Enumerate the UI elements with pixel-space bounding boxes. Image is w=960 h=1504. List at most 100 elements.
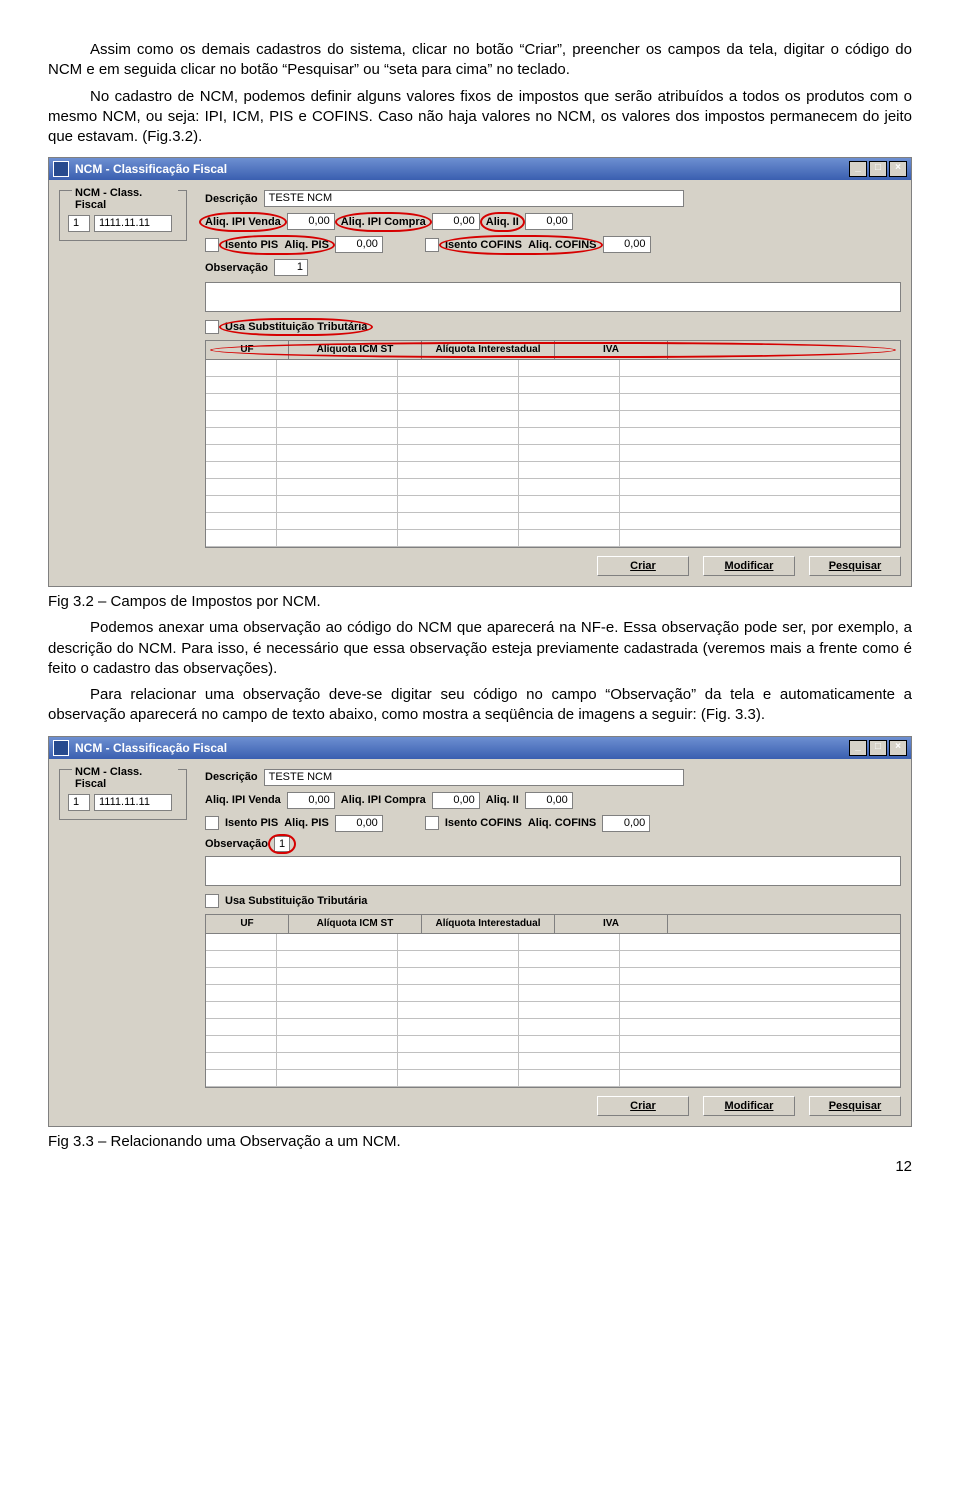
col-iva: IVA xyxy=(555,341,668,359)
close-icon[interactable]: × xyxy=(889,161,907,177)
table-row xyxy=(206,968,900,985)
usa-subst-checkbox[interactable] xyxy=(205,894,219,908)
close-icon[interactable]: × xyxy=(889,740,907,756)
table-row xyxy=(206,1036,900,1053)
minimize-icon[interactable]: _ xyxy=(849,161,867,177)
titlebar: NCM - Classificação Fiscal _ □ × xyxy=(49,158,911,180)
isento-cofins-checkbox[interactable] xyxy=(425,238,439,252)
col-uf: UF xyxy=(206,915,289,933)
fieldset-legend: NCM - Class. Fiscal xyxy=(72,766,178,790)
col-aliq-inter: Alíquota Interestadual xyxy=(422,341,555,359)
table-row xyxy=(206,513,900,530)
fieldset-legend: NCM - Class. Fiscal xyxy=(72,187,178,211)
code1-input[interactable]: 1 xyxy=(68,794,90,811)
aliq-ipi-compra-label: Aliq. IPI Compra xyxy=(341,794,426,806)
table-header: UF Alíquota ICM ST Alíquota Interestadua… xyxy=(206,341,900,360)
aliq-ipi-compra-input[interactable]: 0,00 xyxy=(432,792,480,809)
col-aliq-inter: Alíquota Interestadual xyxy=(422,915,555,933)
subst-table: UF Alíquota ICM ST Alíquota Interestadua… xyxy=(205,340,901,548)
aliq-ii-input[interactable]: 0,00 xyxy=(525,213,573,230)
observacao-textarea[interactable] xyxy=(205,282,901,312)
observacao-input[interactable]: 1 xyxy=(274,259,308,276)
descricao-input[interactable]: TESTE NCM xyxy=(264,769,684,786)
aliq-cofins-label: Aliq. COFINS xyxy=(528,239,596,251)
usa-subst-label: Usa Substituição Tributária xyxy=(225,321,367,333)
paragraph-2: No cadastro de NCM, podemos definir algu… xyxy=(48,87,912,148)
maximize-icon[interactable]: □ xyxy=(869,740,887,756)
isento-cofins-label: Isento COFINS xyxy=(445,817,522,829)
isento-pis-checkbox[interactable] xyxy=(205,816,219,830)
fig32-caption: Fig 3.2 – Campos de Impostos por NCM. xyxy=(48,593,912,610)
descricao-label: Descrição xyxy=(205,771,258,783)
table-header: UF Alíquota ICM ST Alíquota Interestadua… xyxy=(206,915,900,934)
window-fig33: NCM - Classificação Fiscal _ □ × NCM - C… xyxy=(48,736,912,1127)
table-row xyxy=(206,479,900,496)
aliq-ipi-compra-label: Aliq. IPI Compra xyxy=(341,216,426,228)
window-fig32: NCM - Classificação Fiscal _ □ × NCM - C… xyxy=(48,157,912,587)
modificar-button[interactable]: Modificar xyxy=(703,556,795,576)
table-row xyxy=(206,496,900,513)
app-icon xyxy=(53,161,69,177)
aliq-ipi-venda-input[interactable]: 0,00 xyxy=(287,213,335,230)
page-number: 12 xyxy=(48,1158,912,1175)
aliq-ii-label: Aliq. II xyxy=(486,794,519,806)
isento-pis-label: Isento PIS xyxy=(225,817,278,829)
aliq-cofins-input[interactable]: 0,00 xyxy=(602,815,650,832)
table-row xyxy=(206,394,900,411)
isento-pis-checkbox[interactable] xyxy=(205,238,219,252)
table-row xyxy=(206,411,900,428)
aliq-ipi-venda-label: Aliq. IPI Venda xyxy=(205,794,281,806)
descricao-input[interactable]: TESTE NCM xyxy=(264,190,684,207)
aliq-ipi-compra-input[interactable]: 0,00 xyxy=(432,213,480,230)
pesquisar-button[interactable]: Pesquisar xyxy=(809,1096,901,1116)
maximize-icon[interactable]: □ xyxy=(869,161,887,177)
paragraph-3: Podemos anexar uma observação ao código … xyxy=(48,618,912,679)
col-aliq-icm-st: Alíquota ICM ST xyxy=(289,341,422,359)
window-title: NCM - Classificação Fiscal xyxy=(75,162,227,176)
col-blank xyxy=(668,341,900,359)
usa-subst-checkbox[interactable] xyxy=(205,320,219,334)
table-row xyxy=(206,445,900,462)
aliq-cofins-input[interactable]: 0,00 xyxy=(603,236,651,253)
table-row xyxy=(206,985,900,1002)
observacao-textarea[interactable] xyxy=(205,856,901,886)
criar-button[interactable]: Criar xyxy=(597,556,689,576)
table-row xyxy=(206,377,900,394)
code2-input[interactable]: 1111.11.11 xyxy=(94,215,172,232)
paragraph-1: Assim como os demais cadastros do sistem… xyxy=(48,40,912,81)
aliq-ii-label: Aliq. II xyxy=(486,216,519,228)
table-row xyxy=(206,934,900,951)
code1-input[interactable]: 1 xyxy=(68,215,90,232)
table-row xyxy=(206,951,900,968)
isento-cofins-label: Isento COFINS xyxy=(445,239,522,251)
pesquisar-button[interactable]: Pesquisar xyxy=(809,556,901,576)
aliq-pis-label: Aliq. PIS xyxy=(284,239,329,251)
table-row xyxy=(206,530,900,547)
usa-subst-label: Usa Substituição Tributária xyxy=(225,895,367,907)
table-row xyxy=(206,1019,900,1036)
table-row xyxy=(206,360,900,377)
aliq-cofins-label: Aliq. COFINS xyxy=(528,817,596,829)
window-title: NCM - Classificação Fiscal xyxy=(75,741,227,755)
col-uf: UF xyxy=(206,341,289,359)
aliq-ipi-venda-input[interactable]: 0,00 xyxy=(287,792,335,809)
aliq-ipi-venda-label: Aliq. IPI Venda xyxy=(205,216,281,228)
aliq-pis-label: Aliq. PIS xyxy=(284,817,329,829)
aliq-pis-input[interactable]: 0,00 xyxy=(335,815,383,832)
modificar-button[interactable]: Modificar xyxy=(703,1096,795,1116)
observacao-input[interactable]: 1 xyxy=(274,836,290,852)
minimize-icon[interactable]: _ xyxy=(849,740,867,756)
table-row xyxy=(206,1053,900,1070)
isento-pis-label: Isento PIS xyxy=(225,239,278,251)
observacao-label: Observação xyxy=(205,262,268,274)
aliq-pis-input[interactable]: 0,00 xyxy=(335,236,383,253)
fig33-caption: Fig 3.3 – Relacionando uma Observação a … xyxy=(48,1133,912,1150)
aliq-ii-input[interactable]: 0,00 xyxy=(525,792,573,809)
col-iva: IVA xyxy=(555,915,668,933)
isento-cofins-checkbox[interactable] xyxy=(425,816,439,830)
code2-input[interactable]: 1111.11.11 xyxy=(94,794,172,811)
criar-button[interactable]: Criar xyxy=(597,1096,689,1116)
app-icon xyxy=(53,740,69,756)
titlebar: NCM - Classificação Fiscal _ □ × xyxy=(49,737,911,759)
descricao-label: Descrição xyxy=(205,193,258,205)
